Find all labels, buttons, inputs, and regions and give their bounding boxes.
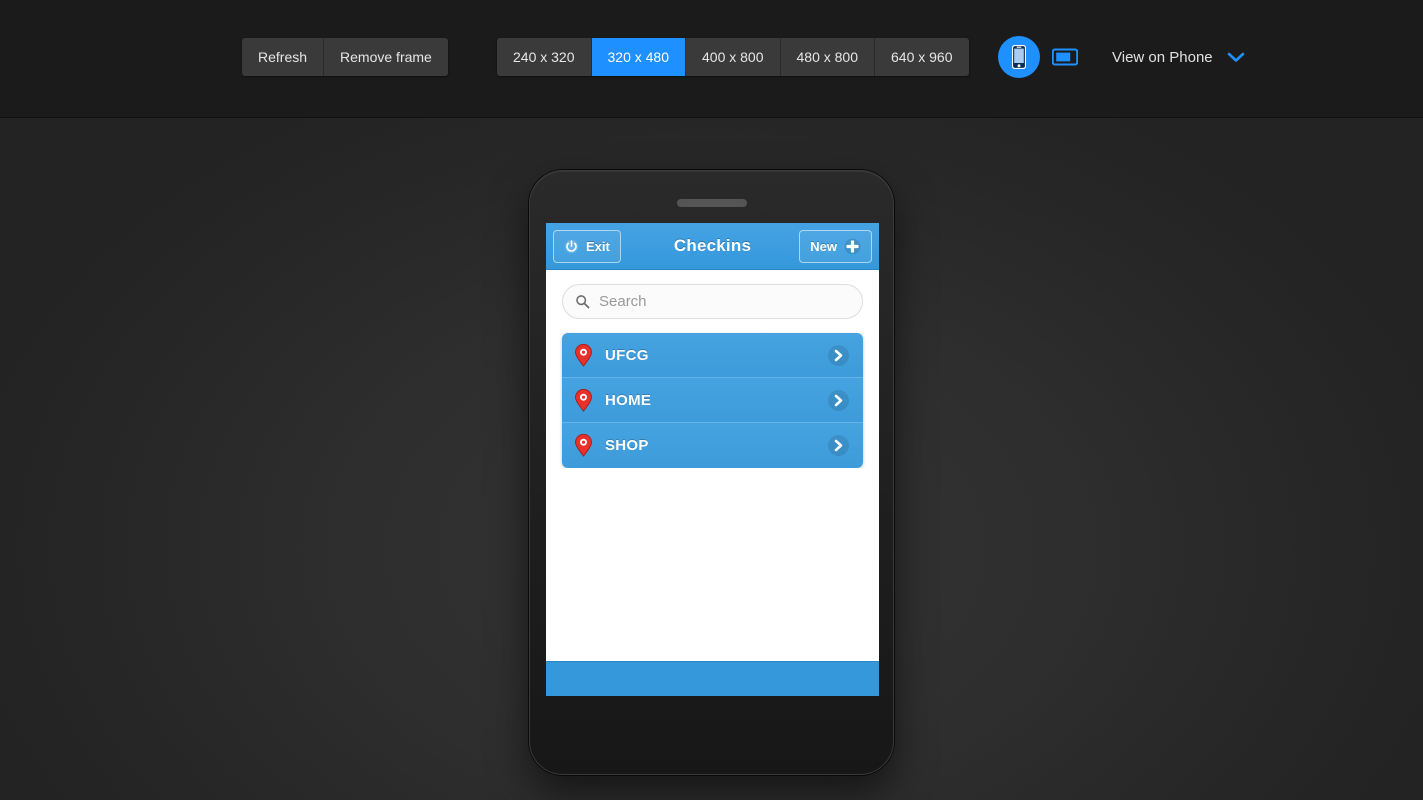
app-footer bbox=[546, 661, 879, 696]
search-section bbox=[546, 270, 879, 329]
chevron-right-icon[interactable] bbox=[828, 389, 849, 411]
power-icon bbox=[564, 239, 579, 254]
chevron-down-icon bbox=[1227, 51, 1245, 63]
size-preset-400x800[interactable]: 400 x 800 bbox=[686, 38, 781, 76]
list-item-label: HOME bbox=[605, 391, 652, 409]
speaker-grille bbox=[676, 199, 747, 207]
view-on-phone-label: View on Phone bbox=[1112, 48, 1213, 66]
orientation-group bbox=[998, 36, 1080, 78]
new-button-label: New bbox=[810, 239, 837, 254]
list-item[interactable]: UFCG bbox=[562, 333, 863, 378]
search-icon bbox=[575, 294, 590, 309]
checkins-list: UFCG HOME SHOP bbox=[562, 333, 863, 468]
size-preset-640x960[interactable]: 640 x 960 bbox=[875, 38, 969, 76]
search-box[interactable] bbox=[562, 284, 863, 319]
top-toolbar: Refresh Remove frame 240 x 320 320 x 480… bbox=[0, 0, 1423, 118]
size-preset-480x800[interactable]: 480 x 800 bbox=[780, 38, 875, 76]
map-pin-icon bbox=[574, 388, 593, 412]
exit-button-label: Exit bbox=[586, 239, 610, 254]
frame-actions-group: Refresh Remove frame bbox=[242, 38, 448, 76]
phone-device-frame: Exit Checkins New Search UFCG HOME SHOP bbox=[529, 170, 894, 775]
new-button[interactable]: New bbox=[799, 230, 872, 263]
size-presets-group: 240 x 320 320 x 480 400 x 800 480 x 800 … bbox=[497, 38, 969, 76]
view-on-phone-dropdown[interactable]: View on Phone bbox=[1112, 38, 1245, 76]
plus-icon bbox=[844, 238, 861, 255]
size-preset-320x480[interactable]: 320 x 480 bbox=[591, 38, 686, 76]
list-item[interactable]: HOME bbox=[562, 378, 863, 423]
app-viewport: Exit Checkins New Search UFCG HOME SHOP bbox=[546, 223, 879, 696]
chevron-right-icon[interactable] bbox=[828, 435, 849, 456]
list-item-label: UFCG bbox=[605, 346, 649, 364]
chevron-right-icon[interactable] bbox=[828, 344, 849, 366]
list-item-label: SHOP bbox=[605, 437, 649, 454]
phone-portrait-icon[interactable] bbox=[998, 36, 1040, 78]
phone-landscape-icon[interactable] bbox=[1050, 42, 1080, 72]
exit-button[interactable]: Exit bbox=[553, 230, 621, 263]
size-preset-240x320[interactable]: 240 x 320 bbox=[497, 38, 592, 76]
app-header: Exit Checkins New bbox=[546, 223, 879, 270]
remove-frame-button[interactable]: Remove frame bbox=[324, 38, 448, 76]
list-item[interactable]: SHOP bbox=[562, 423, 863, 468]
page-title: Checkins bbox=[673, 236, 752, 255]
map-pin-icon bbox=[574, 343, 593, 367]
search-input[interactable] bbox=[599, 293, 850, 310]
refresh-button[interactable]: Refresh bbox=[242, 38, 325, 76]
map-pin-icon bbox=[574, 434, 593, 457]
